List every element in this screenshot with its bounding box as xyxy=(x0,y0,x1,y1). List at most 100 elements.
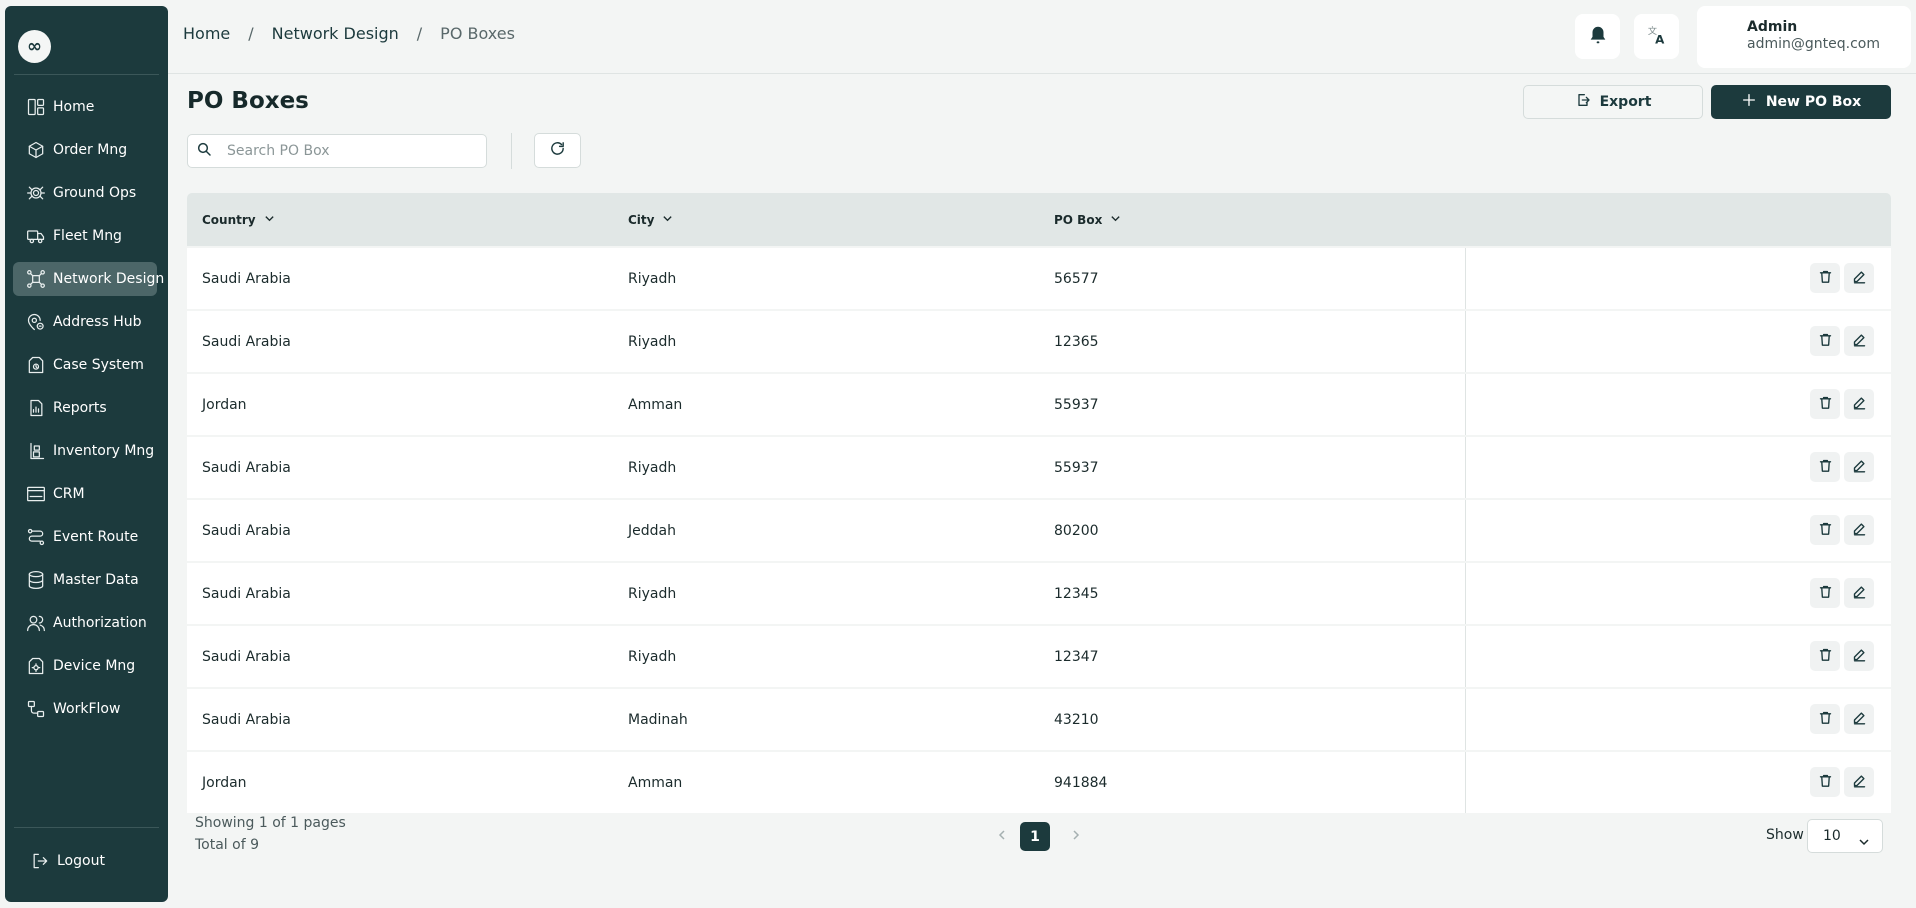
sidebar-item-crm[interactable]: CRM xyxy=(13,477,157,511)
sidebar-item-ground-ops[interactable]: Ground Ops xyxy=(13,176,157,210)
table-row: Saudi Arabia Riyadh 12345 xyxy=(187,563,1891,624)
cell-po-box: 12365 xyxy=(1054,333,1099,350)
row-divider xyxy=(1465,311,1466,372)
breadcrumb-network-design[interactable]: Network Design xyxy=(272,24,399,43)
previous-page-button[interactable] xyxy=(992,823,1012,847)
app-logo[interactable]: ∞ xyxy=(18,30,51,63)
user-profile[interactable]: Admin admin@gnteq.com xyxy=(1697,6,1911,68)
cell-po-box: 12345 xyxy=(1054,585,1099,602)
cell-city: Amman xyxy=(628,396,683,413)
table-row: Saudi Arabia Riyadh 56577 xyxy=(187,248,1891,309)
edit-button[interactable] xyxy=(1844,767,1874,797)
edit-button[interactable] xyxy=(1844,515,1874,545)
cell-po-box: 55937 xyxy=(1054,459,1099,476)
sidebar-item-label: Event Route xyxy=(53,529,139,545)
table-row: Saudi Arabia Riyadh 12347 xyxy=(187,626,1891,687)
cell-city: Riyadh xyxy=(628,270,677,287)
edit-button[interactable] xyxy=(1844,326,1874,356)
sidebar-item-workflow[interactable]: WorkFlow xyxy=(13,692,157,726)
search-icon xyxy=(196,141,212,161)
pencil-icon xyxy=(1852,332,1867,351)
sidebar-item-case-system[interactable]: Case System xyxy=(13,348,157,382)
pencil-icon xyxy=(1852,395,1867,414)
breadcrumb: Home / Network Design / PO Boxes xyxy=(183,24,515,43)
sidebar-item-event-route[interactable]: Event Route xyxy=(13,520,157,554)
delete-button[interactable] xyxy=(1810,515,1840,545)
row-divider xyxy=(1465,752,1466,813)
network-icon xyxy=(25,268,47,290)
delete-button[interactable] xyxy=(1810,263,1840,293)
delete-button[interactable] xyxy=(1810,452,1840,482)
cell-city: Riyadh xyxy=(628,459,677,476)
sidebar-item-home[interactable]: Home xyxy=(13,90,157,124)
cell-city: Madinah xyxy=(628,711,688,728)
page-size-label: Show xyxy=(1766,827,1804,843)
sidebar-item-device-mng[interactable]: Device Mng xyxy=(13,649,157,683)
svg-text:A: A xyxy=(1655,32,1665,46)
sidebar-item-label: Order Mng xyxy=(53,142,128,158)
chevron-down-icon xyxy=(654,213,673,227)
sidebar-item-authorization[interactable]: Authorization xyxy=(13,606,157,640)
page-size-value: 10 xyxy=(1823,828,1841,844)
pencil-icon xyxy=(1852,458,1867,477)
export-label: Export xyxy=(1599,94,1652,110)
sidebar-item-inventory-mng[interactable]: Inventory Mng xyxy=(13,434,157,468)
search-box xyxy=(187,134,487,168)
delete-button[interactable] xyxy=(1810,767,1840,797)
table-body: Saudi Arabia Riyadh 56577 Saudi Arabia Riyad… xyxy=(187,248,1891,813)
breadcrumb-separator: / xyxy=(248,24,254,43)
delete-button[interactable] xyxy=(1810,704,1840,734)
pagination-showing: Showing 1 of 1 pages xyxy=(195,815,346,831)
sidebar-item-master-data[interactable]: Master Data xyxy=(13,563,157,597)
edit-button[interactable] xyxy=(1844,641,1874,671)
delete-button[interactable] xyxy=(1810,389,1840,419)
delete-button[interactable] xyxy=(1810,641,1840,671)
new-po-box-button[interactable]: New PO Box xyxy=(1711,85,1891,119)
column-header-city[interactable]: City xyxy=(628,193,673,246)
cell-po-box: 80200 xyxy=(1054,522,1099,539)
sidebar-item-address-hub[interactable]: Address Hub xyxy=(13,305,157,339)
sidebar-item-label: Fleet Mng xyxy=(53,228,122,244)
sidebar-item-order-mng[interactable]: Order Mng xyxy=(13,133,157,167)
language-button[interactable]: 文A xyxy=(1634,14,1679,59)
trash-icon xyxy=(1818,269,1833,288)
sidebar: ∞ Home Order Mng Ground Ops Fleet Mng Ne… xyxy=(5,6,168,902)
edit-button[interactable] xyxy=(1844,704,1874,734)
notifications-button[interactable] xyxy=(1575,14,1620,59)
chevron-right-icon xyxy=(1070,826,1082,845)
sidebar-item-network-design[interactable]: Network Design xyxy=(13,262,164,296)
bell-icon xyxy=(1587,24,1609,50)
logout-button[interactable]: Logout xyxy=(13,844,157,878)
export-button[interactable]: Export xyxy=(1523,85,1703,119)
sidebar-item-reports[interactable]: Reports xyxy=(13,391,157,425)
trash-icon xyxy=(1818,458,1833,477)
edit-button[interactable] xyxy=(1844,452,1874,482)
page-button-current[interactable]: 1 xyxy=(1020,822,1050,851)
cell-country: Saudi Arabia xyxy=(202,459,291,476)
edit-button[interactable] xyxy=(1844,389,1874,419)
sidebar-item-label: CRM xyxy=(53,486,85,502)
edit-button[interactable] xyxy=(1844,263,1874,293)
row-divider xyxy=(1465,626,1466,687)
trash-icon xyxy=(1818,332,1833,351)
page-size-select[interactable]: 10 xyxy=(1807,819,1883,853)
toolbar-divider xyxy=(511,133,512,169)
trash-icon xyxy=(1818,584,1833,603)
cell-po-box: 941884 xyxy=(1054,774,1108,791)
users-icon xyxy=(25,612,47,634)
export-icon xyxy=(1575,92,1600,112)
cell-country: Saudi Arabia xyxy=(202,585,291,602)
sidebar-item-label: Authorization xyxy=(53,615,147,631)
edit-button[interactable] xyxy=(1844,578,1874,608)
next-page-button[interactable] xyxy=(1066,823,1086,847)
column-header-po-box[interactable]: PO Box xyxy=(1054,193,1121,246)
search-input[interactable] xyxy=(227,143,467,159)
sidebar-item-fleet-mng[interactable]: Fleet Mng xyxy=(13,219,157,253)
column-header-country[interactable]: Country xyxy=(202,193,275,246)
refresh-button[interactable] xyxy=(534,133,581,168)
delete-button[interactable] xyxy=(1810,578,1840,608)
delete-button[interactable] xyxy=(1810,326,1840,356)
breadcrumb-home[interactable]: Home xyxy=(183,24,230,43)
cell-country: Jordan xyxy=(202,396,247,413)
logout-icon xyxy=(29,850,51,872)
